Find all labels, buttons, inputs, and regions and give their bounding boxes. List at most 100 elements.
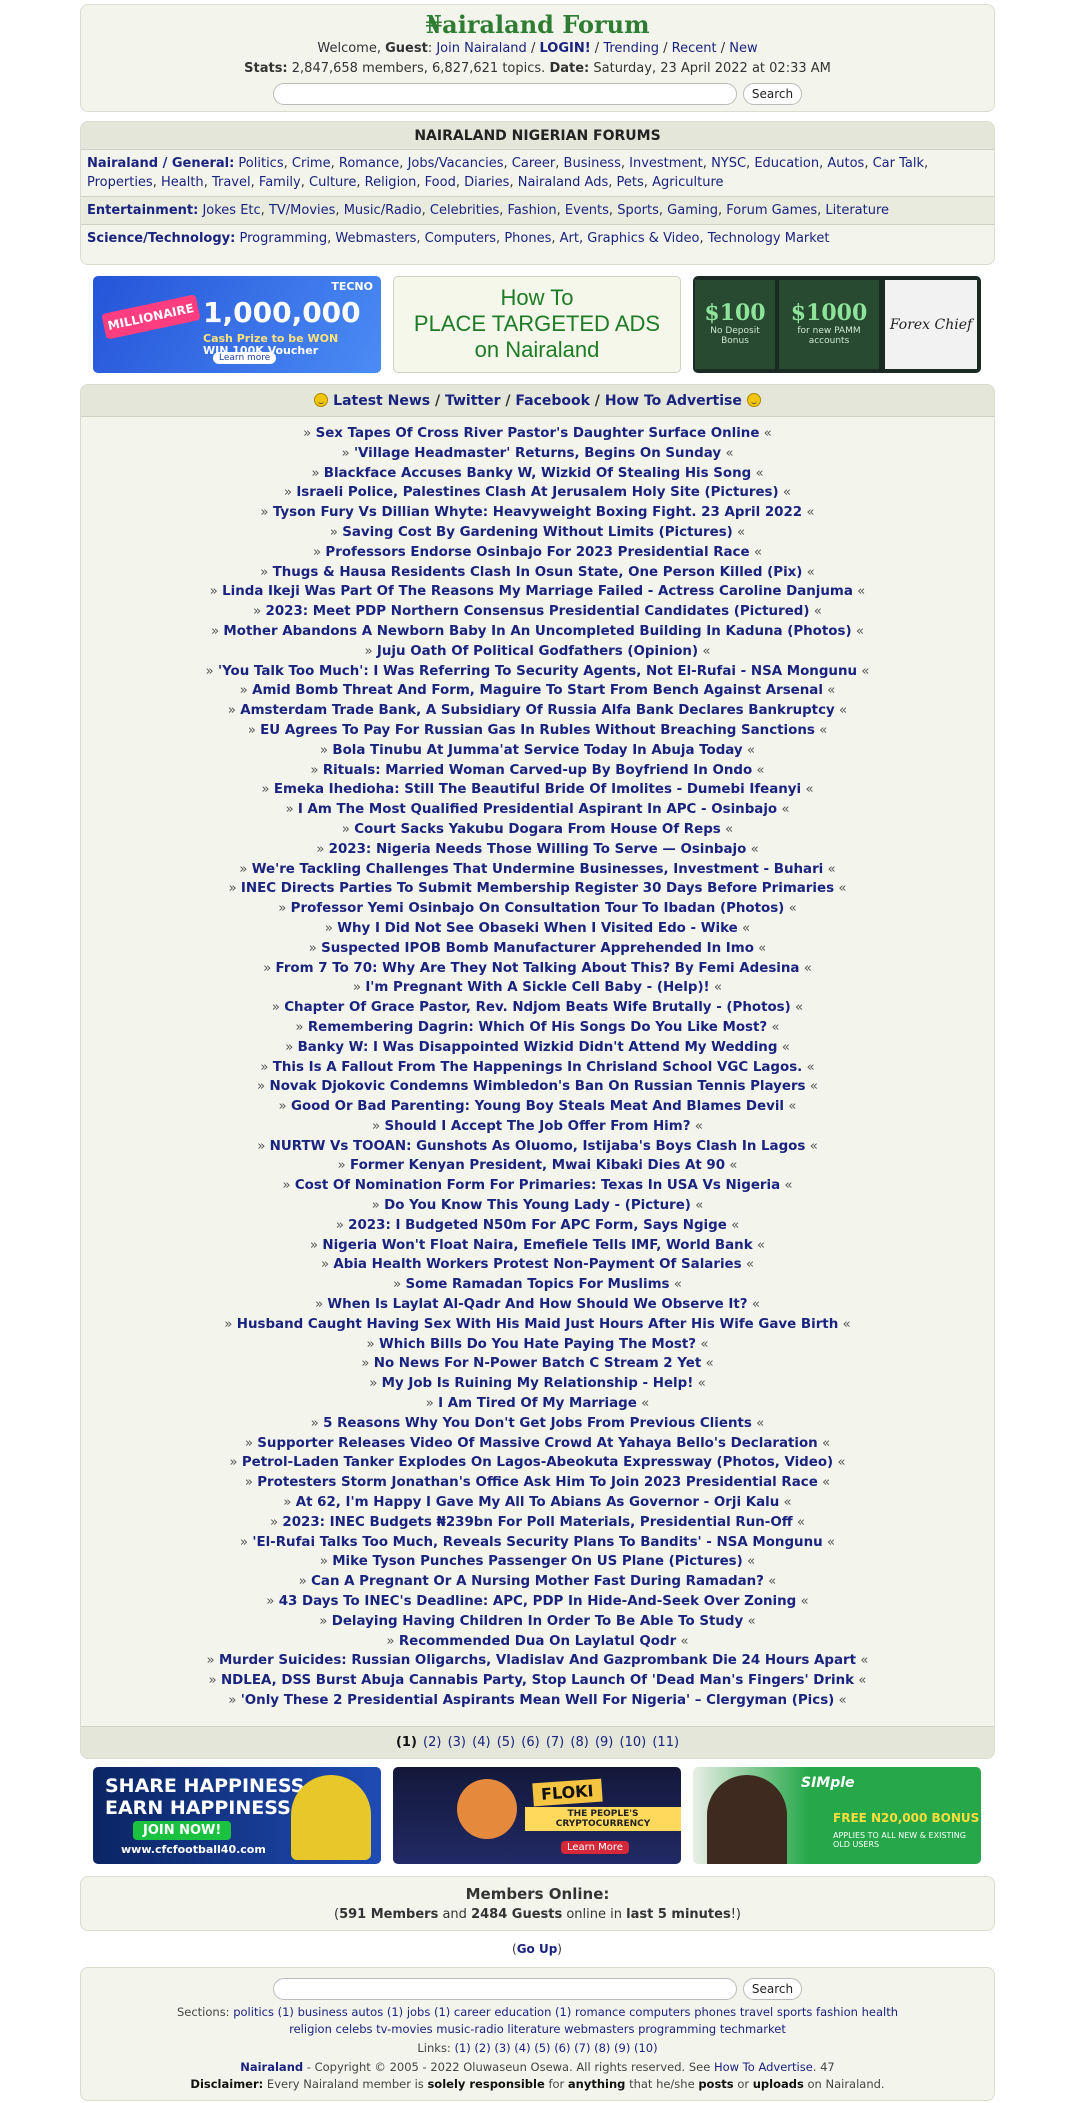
search-input[interactable]	[272, 83, 737, 105]
news-link[interactable]: Novak Djokovic Condemns Wimbledon's Ban …	[269, 1079, 805, 1094]
news-link[interactable]: My Job Is Ruining My Relationship - Help…	[382, 1376, 694, 1391]
news-link[interactable]: 'Only These 2 Presidential Aspirants Mea…	[241, 1693, 835, 1708]
news-link[interactable]: 'Village Headmaster' Returns, Begins On …	[354, 446, 721, 461]
news-link[interactable]: 'El-Rufai Talks Too Much, Reveals Securi…	[252, 1535, 822, 1550]
news-link[interactable]: Mike Tyson Punches Passenger On US Plane…	[332, 1554, 743, 1569]
footer-search-input[interactable]	[272, 1978, 737, 2000]
news-link[interactable]: Bola Tinubu At Jumma'at Service Today In…	[332, 743, 742, 758]
news-link[interactable]: Good Or Bad Parenting: Young Boy Steals …	[291, 1099, 784, 1114]
ad-targeted[interactable]: How To PLACE TARGETED ADS on Nairaland	[393, 276, 681, 373]
new-link[interactable]: New	[729, 41, 757, 56]
science-label[interactable]: Science/Technology:	[87, 231, 235, 246]
news-link[interactable]: I Am The Most Qualified Presidential Asp…	[298, 802, 777, 817]
news-link[interactable]: From 7 To 70: Why Are They Not Talking A…	[276, 961, 800, 976]
news-link[interactable]: We're Tackling Challenges That Undermine…	[252, 862, 824, 877]
general-label[interactable]: Nairaland / General:	[87, 156, 234, 171]
news-link[interactable]: Cost Of Nomination Form For Primaries: T…	[295, 1178, 780, 1193]
forum-link[interactable]: Jobs/Vacancies	[408, 156, 504, 171]
forum-link[interactable]: Education	[754, 156, 819, 171]
news-link[interactable]: At 62, I'm Happy I Gave My All To Abians…	[296, 1495, 780, 1510]
forum-link[interactable]: Webmasters	[335, 231, 416, 246]
news-link[interactable]: NDLEA, DSS Burst Abuja Cannabis Party, S…	[221, 1673, 854, 1688]
footer-search-button[interactable]: Search	[742, 1978, 803, 2000]
forum-link[interactable]: Properties	[87, 175, 153, 190]
page-link[interactable]: (9)	[595, 1735, 613, 1750]
forum-link[interactable]: Events	[565, 203, 609, 218]
forum-link[interactable]: NYSC	[711, 156, 746, 171]
forum-link[interactable]: Computers	[425, 231, 496, 246]
news-link[interactable]: 43 Days To INEC's Deadline: APC, PDP In …	[279, 1594, 797, 1609]
forum-link[interactable]: Sports	[617, 203, 659, 218]
news-link[interactable]: INEC Directs Parties To Submit Membershi…	[241, 881, 834, 896]
page-link[interactable]: (11)	[652, 1735, 679, 1750]
forum-link[interactable]: Career	[512, 156, 555, 171]
login-link[interactable]: LOGIN!	[539, 41, 590, 56]
page-link[interactable]: (5)	[497, 1735, 515, 1750]
page-link[interactable]: (8)	[570, 1735, 588, 1750]
forum-link[interactable]: Gaming	[667, 203, 718, 218]
news-link[interactable]: Protesters Storm Jonathan's Office Ask H…	[257, 1475, 818, 1490]
forum-link[interactable]: Religion	[365, 175, 417, 190]
recent-link[interactable]: Recent	[672, 41, 717, 56]
news-link[interactable]: Banky W: I Was Disappointed Wizkid Didn'…	[298, 1040, 778, 1055]
forum-link[interactable]: Jokes Etc	[202, 203, 260, 218]
copyright-brand[interactable]: Nairaland	[240, 2060, 303, 2074]
news-link[interactable]: Amsterdam Trade Bank, A Subsidiary Of Ru…	[240, 703, 835, 718]
news-link[interactable]: Why I Did Not See Obaseki When I Visited…	[337, 921, 737, 936]
news-link[interactable]: Abia Health Workers Protest Non-Payment …	[333, 1257, 741, 1272]
forum-link[interactable]: Literature	[825, 203, 889, 218]
news-link[interactable]: Professor Yemi Osinbajo On Consultation …	[291, 901, 785, 916]
news-link[interactable]: 2023: Meet PDP Northern Consensus Presid…	[266, 604, 810, 619]
ad-cfc[interactable]: SHARE HAPPINESS EARN HAPPINESS JOIN NOW!…	[93, 1767, 381, 1864]
page-link[interactable]: (4)	[472, 1735, 490, 1750]
forum-link[interactable]: Phones	[504, 231, 551, 246]
ad-mtn[interactable]: SIMple FREE N20,000 BONUS APPLIES TO ALL…	[693, 1767, 981, 1864]
forum-link[interactable]: Music/Radio	[344, 203, 422, 218]
forum-link[interactable]: Car Talk	[873, 156, 924, 171]
news-link[interactable]: Court Sacks Yakubu Dogara From House Of …	[354, 822, 721, 837]
news-link[interactable]: Delaying Having Children In Order To Be …	[332, 1614, 744, 1629]
twitter-link[interactable]: Twitter	[445, 393, 501, 409]
news-link[interactable]: I Am Tired Of My Marriage	[438, 1396, 637, 1411]
news-link[interactable]: Do You Know This Young Lady - (Picture)	[384, 1198, 691, 1213]
search-button[interactable]: Search	[742, 83, 803, 105]
news-link[interactable]: Mother Abandons A Newborn Baby In An Unc…	[223, 624, 851, 639]
forum-link[interactable]: Food	[425, 175, 456, 190]
news-link[interactable]: Juju Oath Of Political Godfathers (Opini…	[377, 644, 698, 659]
go-up-link[interactable]: Go Up	[517, 1942, 558, 1956]
news-link[interactable]: I'm Pregnant With A Sickle Cell Baby - (…	[365, 980, 709, 995]
news-link[interactable]: When Is Laylat Al-Qadr And How Should We…	[327, 1297, 747, 1312]
news-link[interactable]: Sex Tapes Of Cross River Pastor's Daught…	[316, 426, 760, 441]
site-title[interactable]: ₦airaland Forum	[81, 11, 994, 39]
copyright-advertise[interactable]: How To Advertise	[714, 2060, 813, 2074]
news-link[interactable]: Saving Cost By Gardening Without Limits …	[342, 525, 733, 540]
page-link[interactable]: (7)	[546, 1735, 564, 1750]
news-link[interactable]: Supporter Releases Video Of Massive Crow…	[257, 1436, 817, 1451]
forum-link[interactable]: Politics	[238, 156, 283, 171]
news-link[interactable]: EU Agrees To Pay For Russian Gas In Rubl…	[260, 723, 815, 738]
forum-link[interactable]: TV/Movies	[269, 203, 335, 218]
news-link[interactable]: NURTW Vs TOOAN: Gunshots As Oluomo, Isti…	[270, 1139, 806, 1154]
news-link[interactable]: Murder Suicides: Russian Oligarchs, Vlad…	[219, 1653, 856, 1668]
news-link[interactable]: No News For N-Power Batch C Stream 2 Yet	[374, 1356, 702, 1371]
news-link[interactable]: Blackface Accuses Banky W, Wizkid Of Ste…	[324, 466, 751, 481]
news-link[interactable]: 2023: Nigeria Needs Those Willing To Ser…	[329, 842, 747, 857]
ad-tecno[interactable]: TECNO MILLIONAIRE 1,000,000 Cash Prize t…	[93, 276, 381, 373]
news-link[interactable]: Recommended Dua On Laylatul Qodr	[399, 1634, 676, 1649]
forum-link[interactable]: Nairaland Ads	[518, 175, 609, 190]
news-link[interactable]: Amid Bomb Threat And Form, Maguire To St…	[252, 683, 823, 698]
entertainment-label[interactable]: Entertainment:	[87, 203, 198, 218]
forum-link[interactable]: Art, Graphics & Video	[560, 231, 700, 246]
news-link[interactable]: Which Bills Do You Hate Paying The Most?	[379, 1337, 696, 1352]
join-link[interactable]: Join Nairaland	[436, 41, 526, 56]
news-link[interactable]: Remembering Dagrin: Which Of His Songs D…	[308, 1020, 767, 1035]
forum-link[interactable]: Romance	[339, 156, 399, 171]
news-link[interactable]: 2023: INEC Budgets ₦239bn For Poll Mater…	[282, 1515, 792, 1530]
page-link[interactable]: (6)	[521, 1735, 539, 1750]
forum-link[interactable]: Travel	[212, 175, 251, 190]
forum-link[interactable]: Technology Market	[708, 231, 830, 246]
forum-link[interactable]: Business	[564, 156, 621, 171]
news-link[interactable]: Former Kenyan President, Mwai Kibaki Die…	[350, 1158, 725, 1173]
forum-link[interactable]: Health	[161, 175, 204, 190]
forum-link[interactable]: Culture	[309, 175, 356, 190]
